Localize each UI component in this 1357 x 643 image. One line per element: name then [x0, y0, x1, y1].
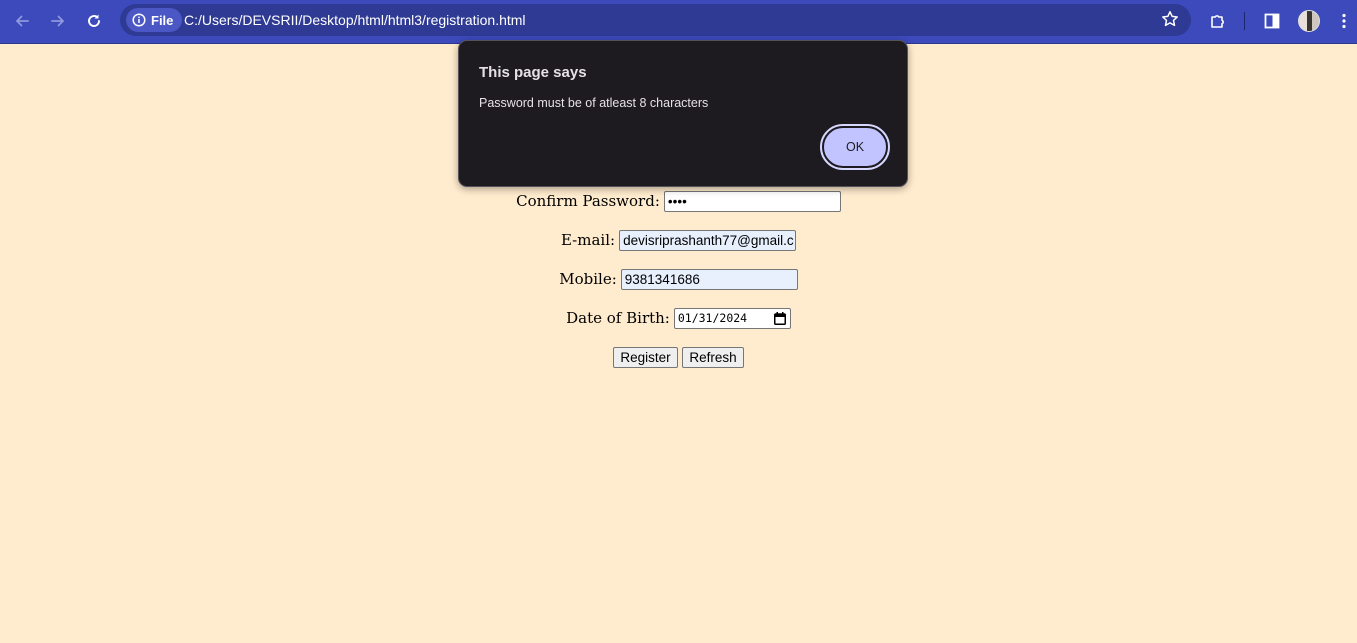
confirm-password-input[interactable]: ••••: [663, 190, 841, 212]
ok-button[interactable]: OK: [820, 124, 890, 170]
side-panel-icon: [1264, 13, 1280, 29]
calendar-icon[interactable]: [773, 311, 786, 325]
forward-button[interactable]: [43, 6, 73, 36]
alert-dialog: This page says Password must be of atlea…: [458, 40, 908, 187]
register-button[interactable]: Register: [613, 346, 678, 368]
mobile-row: Mobile: 9381341686: [0, 266, 1357, 290]
buttons-row: Register Refresh: [0, 344, 1357, 368]
browser-toolbar: File C:/Users/DEVSRII/Desktop/html/html3…: [0, 0, 1357, 44]
dob-value: 01/31/2024: [677, 310, 748, 325]
dialog-title: This page says: [479, 64, 587, 81]
confirm-password-label: Confirm Password:: [516, 192, 660, 210]
email-input[interactable]: devisriprashanth77@gmail.c: [619, 229, 797, 251]
bookmark-button[interactable]: [1161, 10, 1179, 28]
dob-row: Date of Birth: 01/31/2024: [0, 305, 1357, 329]
address-bar[interactable]: File C:/Users/DEVSRII/Desktop/html/html3…: [120, 4, 1191, 36]
dialog-message: Password must be of atleast 8 characters: [479, 96, 709, 110]
dob-input[interactable]: 01/31/2024: [673, 307, 791, 329]
reload-button[interactable]: [79, 6, 109, 36]
info-icon: [132, 13, 146, 27]
refresh-button[interactable]: Refresh: [682, 346, 744, 368]
mobile-label: Mobile:: [559, 270, 617, 288]
avatar[interactable]: [1298, 10, 1320, 32]
email-row: E-mail: devisriprashanth77@gmail.c: [0, 227, 1357, 251]
puzzle-icon: [1211, 15, 1224, 28]
back-button[interactable]: [7, 6, 37, 36]
side-panel-button[interactable]: [1257, 6, 1287, 36]
site-info-chip[interactable]: File: [126, 8, 183, 32]
browser-menu-button[interactable]: [1329, 6, 1357, 36]
reload-icon: [88, 14, 100, 27]
arrow-right-icon: [51, 15, 64, 27]
toolbar-divider: [1244, 12, 1245, 30]
mobile-input[interactable]: 9381341686: [620, 268, 798, 290]
arrow-left-icon: [16, 15, 29, 27]
confirm-password-row: Confirm Password: ••••: [0, 188, 1357, 212]
dob-label: Date of Birth:: [566, 309, 670, 327]
email-label: E-mail:: [560, 231, 616, 249]
url-text[interactable]: C:/Users/DEVSRII/Desktop/html/html3/regi…: [184, 4, 526, 36]
extensions-button[interactable]: [1203, 6, 1233, 36]
site-chip-label: File: [151, 12, 174, 28]
kebab-menu-icon: [1342, 13, 1346, 29]
star-icon: [1162, 11, 1178, 27]
